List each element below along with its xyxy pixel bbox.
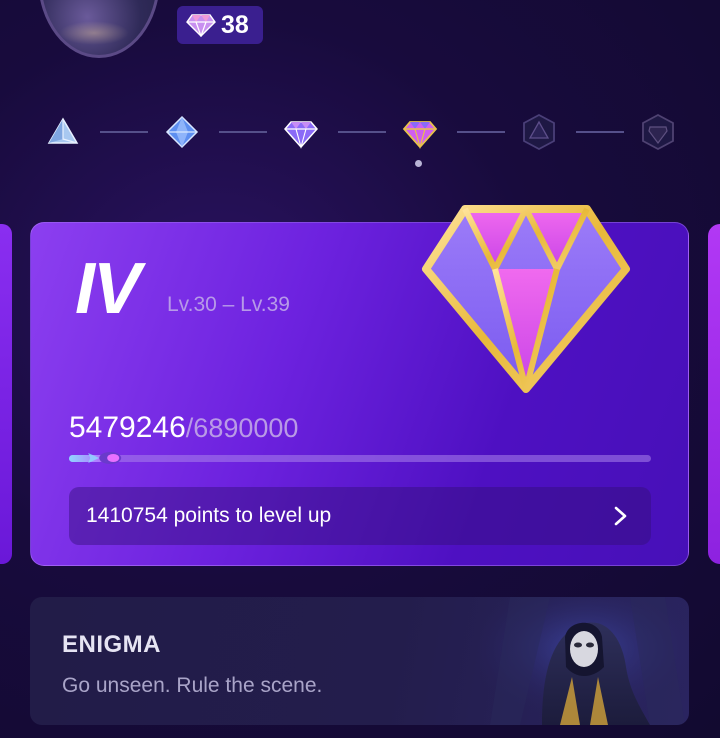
gem-count-badge[interactable]: 38	[177, 6, 263, 44]
gem-count: 38	[221, 10, 249, 39]
next-tier-card[interactable]	[708, 224, 720, 564]
masked-figure-illustration	[480, 597, 689, 725]
tier-4-diamond-icon	[402, 121, 438, 150]
chevron-right-icon	[614, 506, 627, 526]
tier-node-3[interactable]	[281, 110, 321, 154]
tier-5-locked-icon	[523, 113, 555, 151]
gem-icon	[186, 14, 216, 37]
points-progress-text: 5479246/6890000	[69, 413, 298, 443]
tier-node-5[interactable]	[519, 110, 559, 154]
tier-connector	[100, 131, 148, 133]
tier-connector	[576, 131, 624, 133]
prev-tier-card[interactable]	[0, 224, 12, 564]
current-tier-indicator	[415, 160, 422, 167]
level-up-text: 1410754 points to level up	[86, 504, 332, 527]
level-card: IV Lv.30 – Lv.39 5479246/6890000 1410754…	[30, 205, 689, 566]
promo-subtitle: Go unseen. Rule the scene.	[62, 674, 323, 697]
tier-roman-numeral: IV	[75, 249, 141, 329]
tier-2-octahedron-icon	[165, 115, 199, 149]
level-range: Lv.30 – Lv.39	[167, 293, 290, 316]
promo-title: ENIGMA	[62, 631, 161, 658]
tier-node-4-current[interactable]	[400, 110, 440, 154]
level-progress-bar	[69, 452, 651, 464]
enigma-promo-card[interactable]: ENIGMA Go unseen. Rule the scene.	[30, 597, 689, 725]
tier-6-locked-icon	[642, 113, 674, 151]
tier-node-1[interactable]	[43, 110, 83, 154]
tier-connector	[457, 131, 505, 133]
level-up-info-button[interactable]: 1410754 points to level up	[69, 487, 651, 545]
rocket-icon	[88, 452, 122, 464]
tier-3-gem-icon	[284, 121, 318, 150]
tier-connector	[219, 131, 267, 133]
tier-node-2[interactable]	[162, 110, 202, 154]
user-avatar[interactable]	[38, 0, 160, 58]
points-total: /6890000	[185, 413, 299, 443]
tier-node-6[interactable]	[638, 110, 678, 154]
points-current: 5479246	[69, 411, 186, 444]
tier-connector	[338, 131, 386, 133]
diamond-tier-icon	[422, 205, 630, 393]
tier-track	[0, 110, 720, 170]
tier-1-pyramid-icon	[47, 117, 79, 144]
